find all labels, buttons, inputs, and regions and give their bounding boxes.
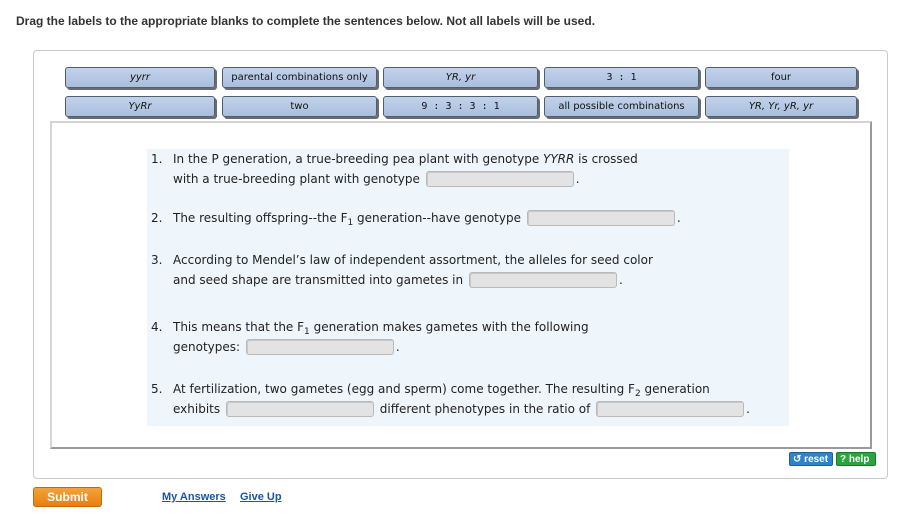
reset-icon: ↺ bbox=[793, 454, 802, 465]
blank-6[interactable] bbox=[596, 401, 745, 417]
question-4: 4. This means that the F1 generation make… bbox=[151, 320, 589, 355]
question-5: 5. At fertilization, two gametes (egg and… bbox=[151, 382, 750, 417]
give-up-link[interactable]: Give Up bbox=[240, 491, 282, 503]
label-four-gametes[interactable]: YR, Yr, yR, yr bbox=[705, 96, 857, 117]
help-button[interactable]: ? help bbox=[836, 452, 876, 466]
blank-5[interactable] bbox=[225, 401, 374, 417]
submit-button[interactable]: Submit bbox=[33, 487, 102, 507]
blank-1[interactable] bbox=[425, 171, 574, 187]
question-1: 1. In the P generation, a true-breeding p… bbox=[151, 152, 638, 187]
label-yyrr[interactable]: yyrr bbox=[65, 67, 215, 88]
label-yr-pair[interactable]: YR, yr bbox=[383, 67, 538, 88]
my-answers-link[interactable]: My Answers bbox=[162, 491, 226, 503]
blank-2[interactable] bbox=[526, 210, 675, 226]
label-ratio-9-3-3-1[interactable]: 9 : 3 : 3 : 1 bbox=[383, 96, 538, 117]
label-yyrr-hetero[interactable]: YyRr bbox=[65, 96, 215, 117]
reset-button[interactable]: ↺ reset bbox=[789, 452, 833, 466]
label-four[interactable]: four bbox=[705, 67, 857, 88]
label-ratio-3-1[interactable]: 3 : 1 bbox=[544, 67, 699, 88]
blank-3[interactable] bbox=[468, 272, 617, 288]
instructions: Drag the labels to the appropriate blank… bbox=[16, 14, 596, 28]
label-parental-combinations[interactable]: parental combinations only bbox=[222, 67, 377, 88]
help-icon: ? bbox=[840, 454, 847, 465]
question-panel: 1. In the P generation, a true-breeding p… bbox=[50, 121, 872, 449]
sentences-area: 1. In the P generation, a true-breeding p… bbox=[147, 149, 789, 426]
reset-label: reset bbox=[804, 454, 829, 465]
question-3: 3. According to Mendel’s law of independe… bbox=[151, 253, 653, 288]
question-2: 2. The resulting offspring--the F1 genera… bbox=[151, 210, 681, 228]
label-all-possible-combinations[interactable]: all possible combinations bbox=[544, 96, 699, 117]
label-two[interactable]: two bbox=[222, 96, 377, 117]
help-label: help bbox=[848, 454, 870, 465]
blank-4[interactable] bbox=[245, 339, 394, 355]
